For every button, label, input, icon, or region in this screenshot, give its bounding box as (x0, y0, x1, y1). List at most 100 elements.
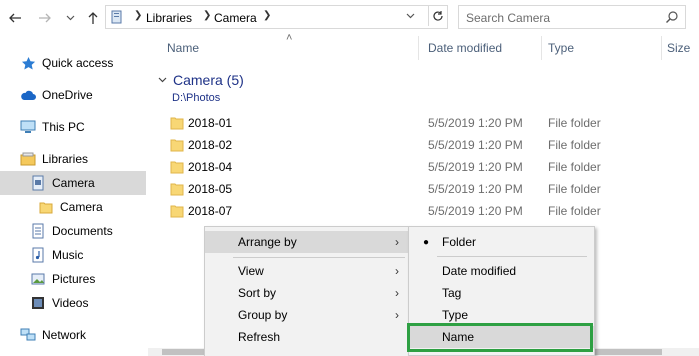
nav-item-label: Quick access (42, 56, 114, 70)
column-header-type[interactable]: Type (548, 36, 574, 60)
folder-icon (170, 139, 184, 152)
breadcrumb-separator-icon[interactable]: ❯ (134, 10, 142, 21)
nav-item-label: Documents (52, 224, 113, 238)
chevron-down-icon (66, 15, 74, 21)
submenu-item-folder[interactable]: ● Folder (409, 231, 594, 253)
highlight-box (407, 323, 593, 352)
nav-item-camera-folder[interactable]: Camera (0, 195, 146, 219)
nav-item-videos[interactable]: Videos (0, 291, 146, 315)
group-title: Camera (5) (173, 72, 244, 88)
column-divider[interactable] (661, 36, 662, 60)
column-divider[interactable] (541, 36, 542, 60)
nav-item-camera-library[interactable]: Camera (0, 171, 146, 195)
file-name: 2018-07 (188, 204, 233, 218)
address-toolbar: ❯ Libraries ❯ Camera ❯ (0, 0, 699, 36)
file-row[interactable]: 2018-04 5/5/2019 1:20 PM File folder (160, 156, 690, 178)
menu-item-label: Refresh (238, 330, 281, 344)
menu-item-view[interactable]: View › (205, 260, 408, 282)
cloud-icon (20, 87, 36, 103)
file-type: File folder (548, 160, 601, 174)
sort-ascending-icon: ˄ (286, 32, 293, 44)
nav-item-network[interactable]: Network (20, 323, 166, 347)
nav-item-libraries[interactable]: Libraries (20, 147, 166, 171)
search-icon[interactable] (665, 10, 679, 24)
menu-separator (233, 257, 405, 258)
nav-item-this-pc[interactable]: This PC (20, 115, 166, 139)
menu-item-group-by[interactable]: Group by › (205, 304, 408, 326)
file-row[interactable]: 2018-02 5/5/2019 1:20 PM File folder (160, 134, 690, 156)
file-date: 5/5/2019 1:20 PM (428, 204, 523, 218)
breadcrumb-separator-icon[interactable]: ❯ (203, 10, 211, 21)
computer-icon (20, 119, 36, 135)
submenu-item-date-modified[interactable]: Date modified (409, 260, 594, 282)
breadcrumb-camera[interactable]: Camera (214, 11, 257, 25)
file-date: 5/5/2019 1:20 PM (428, 160, 523, 174)
search-box[interactable] (458, 5, 686, 29)
column-divider[interactable] (418, 36, 419, 60)
file-name: 2018-01 (188, 116, 233, 130)
chevron-down-icon[interactable] (158, 75, 167, 86)
context-menu: Arrange by › View › Sort by › Group by ›… (204, 226, 409, 356)
file-type: File folder (548, 204, 601, 218)
menu-item-label: Folder (442, 235, 477, 249)
group-location[interactable]: D:\Photos (172, 92, 220, 104)
file-type: File folder (548, 182, 601, 196)
search-input[interactable] (466, 10, 656, 26)
back-button[interactable] (6, 9, 24, 27)
nav-item-label: Music (52, 248, 84, 262)
nav-item-label: This PC (42, 120, 85, 134)
menu-item-refresh[interactable]: Refresh (205, 326, 408, 348)
file-row[interactable]: 2018-07 5/5/2019 1:20 PM File folder (160, 200, 690, 222)
forward-button[interactable] (36, 9, 54, 27)
navigation-pane: Quick access OneDrive This PC Libraries … (0, 36, 148, 356)
nav-item-pictures[interactable]: Pictures (0, 267, 146, 291)
file-name: 2018-05 (188, 182, 233, 196)
refresh-icon (432, 11, 443, 21)
breadcrumb-libraries[interactable]: Libraries (146, 11, 192, 25)
address-dropdown-button[interactable] (406, 11, 415, 22)
menu-separator (437, 256, 587, 257)
submenu-item-tag[interactable]: Tag (409, 282, 594, 304)
menu-item-label: View (238, 264, 264, 278)
menu-item-label: Arrange by (238, 235, 297, 249)
forward-arrow-icon (39, 13, 51, 23)
up-arrow-icon (88, 12, 98, 24)
folder-icon (38, 199, 54, 215)
file-row[interactable]: 2018-01 5/5/2019 1:20 PM File folder (160, 112, 690, 134)
file-type: File folder (548, 116, 601, 130)
column-header-size[interactable]: Size (667, 36, 690, 60)
file-row[interactable]: 2018-05 5/5/2019 1:20 PM File folder (160, 178, 690, 200)
column-header-name[interactable]: Name (167, 36, 199, 60)
nav-item-documents[interactable]: Documents (0, 219, 146, 243)
nav-item-quick-access[interactable]: Quick access (20, 51, 166, 75)
back-arrow-icon (9, 13, 21, 23)
address-bar[interactable]: ❯ Libraries ❯ Camera ❯ (105, 5, 448, 29)
libraries-icon (20, 151, 36, 167)
file-date: 5/5/2019 1:20 PM (428, 182, 523, 196)
menu-item-label: Group by (238, 308, 288, 322)
network-icon (20, 327, 36, 343)
file-name: 2018-02 (188, 138, 233, 152)
folder-icon (170, 205, 184, 218)
chevron-down-icon (406, 13, 415, 19)
folder-icon (170, 183, 184, 196)
nav-item-onedrive[interactable]: OneDrive (20, 83, 166, 107)
menu-item-arrange-by[interactable]: Arrange by › (205, 231, 408, 253)
nav-item-label: Videos (52, 296, 89, 310)
recent-locations-button[interactable] (61, 9, 79, 27)
menu-item-label: Tag (442, 286, 462, 300)
chevron-right-icon: › (395, 286, 399, 300)
folder-icon (170, 117, 184, 130)
nav-item-music[interactable]: Music (0, 243, 146, 267)
chevron-right-icon: › (395, 308, 399, 322)
menu-item-sort-by[interactable]: Sort by › (205, 282, 408, 304)
column-header-date[interactable]: Date modified (428, 36, 502, 60)
chevron-right-icon: › (395, 264, 399, 278)
up-button[interactable] (84, 9, 102, 27)
group-header[interactable]: Camera (5) (158, 72, 244, 88)
nav-item-label: Libraries (42, 152, 89, 166)
file-type: File folder (548, 138, 601, 152)
refresh-button[interactable] (428, 6, 446, 26)
nav-item-label: Camera (60, 200, 103, 214)
breadcrumb-separator-icon[interactable]: ❯ (263, 10, 271, 21)
